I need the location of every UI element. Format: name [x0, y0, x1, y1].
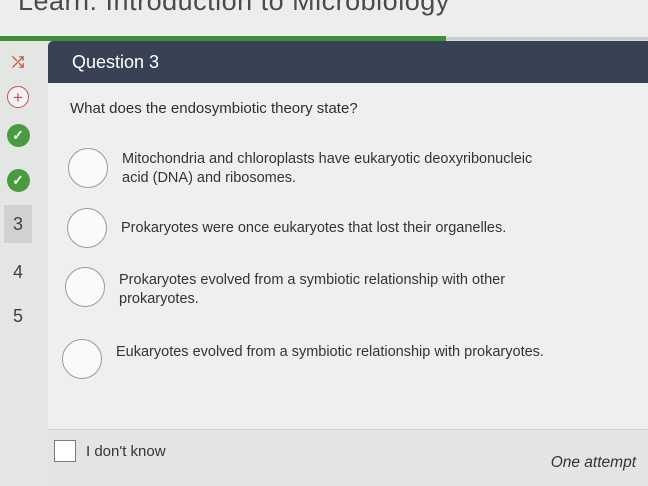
nav-question-1[interactable]: ✓ [0, 120, 36, 150]
answer-option-text: Eukaryotes evolved from a symbiotic rela… [116, 344, 544, 360]
add-button[interactable]: + [0, 82, 36, 112]
course-title-bar: Learn: Introduction to Microbiology [0, 0, 648, 38]
question-prompt: What does the endosymbiotic theory state… [70, 100, 358, 117]
shuffle-icon: ⤮ [11, 53, 24, 71]
nav-question-5[interactable]: 5 [0, 301, 36, 331]
question-nav-sidebar: ⤮ + ✓ ✓ 3 4 5 [0, 41, 48, 486]
answer-option-text: Prokaryotes were once eukaryotes that lo… [121, 220, 507, 236]
question-header: Question 3 [48, 41, 648, 83]
nav-question-2[interactable]: ✓ [0, 165, 36, 195]
question-number: 5 [12, 305, 23, 326]
idk-label[interactable]: I don't know [86, 443, 166, 460]
nav-question-4[interactable]: 4 [0, 257, 36, 287]
question-number-current: 3 [4, 205, 32, 243]
answer-option-text: Mitochondria and chloroplasts have eukar… [122, 151, 533, 186]
progress-bar-track [446, 37, 648, 40]
radio-button[interactable] [68, 148, 108, 188]
answer-option-text: Prokaryotes evolved from a symbiotic rel… [119, 272, 506, 307]
check-icon: ✓ [6, 123, 30, 147]
plus-icon: + [7, 86, 29, 108]
nav-question-3[interactable]: 3 [0, 205, 36, 243]
shuffle-button[interactable]: ⤮ [0, 47, 36, 77]
question-card: Question 3 What does the endosymbiotic t… [48, 41, 648, 486]
question-title: Question 3 [72, 52, 160, 72]
answer-option-3[interactable]: Prokaryotes evolved from a symbiotic rel… [65, 267, 549, 309]
idk-checkbox[interactable] [54, 440, 76, 462]
check-icon: ✓ [6, 168, 30, 192]
radio-button[interactable] [62, 339, 102, 379]
course-title: Learn: Introduction to Microbiology [18, 0, 450, 16]
answer-option-1[interactable]: Mitochondria and chloroplasts have eukar… [68, 148, 552, 188]
answer-option-4[interactable]: Eukaryotes evolved from a symbiotic rela… [62, 339, 546, 379]
radio-button[interactable] [67, 208, 107, 248]
attempt-note: One attempt [550, 454, 636, 471]
radio-button[interactable] [65, 267, 105, 307]
question-footer: I don't know One attempt [48, 429, 648, 486]
question-number: 4 [12, 261, 23, 282]
answer-option-2[interactable]: Prokaryotes were once eukaryotes that lo… [67, 208, 551, 248]
